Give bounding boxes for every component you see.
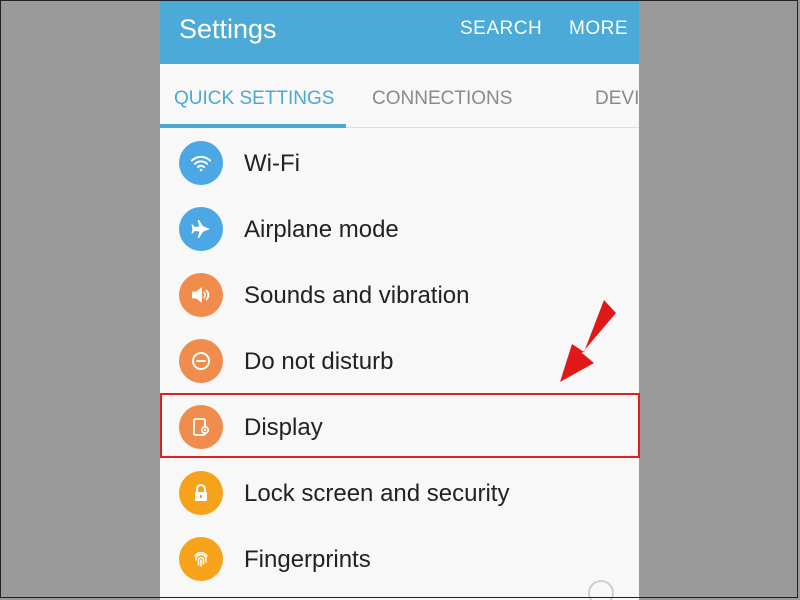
- search-button[interactable]: SEARCH: [460, 18, 542, 40]
- airplane-icon: [179, 207, 223, 251]
- settings-item-label: Display: [244, 414, 323, 441]
- settings-item-airplane-mode[interactable]: Airplane mode: [160, 196, 639, 262]
- settings-item-label: Wi-Fi: [244, 150, 300, 177]
- lock-icon: [179, 471, 223, 515]
- settings-item-label: Do not disturb: [244, 348, 394, 375]
- tab-bar: QUICK SETTINGS CONNECTIONS DEVI: [160, 64, 639, 128]
- pointer-arrow-icon: [560, 300, 616, 382]
- tab-active-indicator: [160, 124, 346, 128]
- fingerprint-icon: [179, 537, 223, 581]
- settings-item-fingerprints[interactable]: Fingerprints: [160, 526, 639, 592]
- do-not-disturb-icon: [179, 339, 223, 383]
- more-button[interactable]: MORE: [569, 18, 628, 40]
- settings-item-lock-screen[interactable]: Lock screen and security: [160, 460, 639, 526]
- page-title: Settings: [179, 14, 277, 44]
- settings-item-label: Airplane mode: [244, 216, 399, 243]
- scroll-indicator: [588, 580, 614, 600]
- wifi-icon: [179, 141, 223, 185]
- settings-item-display[interactable]: Display: [160, 394, 639, 460]
- tab-quick-settings[interactable]: QUICK SETTINGS: [174, 88, 334, 110]
- tab-connections[interactable]: CONNECTIONS: [372, 88, 512, 110]
- settings-item-label: Sounds and vibration: [244, 282, 470, 309]
- display-icon: [179, 405, 223, 449]
- speaker-icon: [179, 273, 223, 317]
- settings-item-wifi[interactable]: Wi-Fi: [160, 130, 639, 196]
- tab-device[interactable]: DEVI: [595, 88, 639, 110]
- settings-item-label: Fingerprints: [244, 546, 371, 573]
- app-bar: Settings SEARCH MORE: [160, 0, 639, 64]
- settings-item-label: Lock screen and security: [244, 480, 510, 507]
